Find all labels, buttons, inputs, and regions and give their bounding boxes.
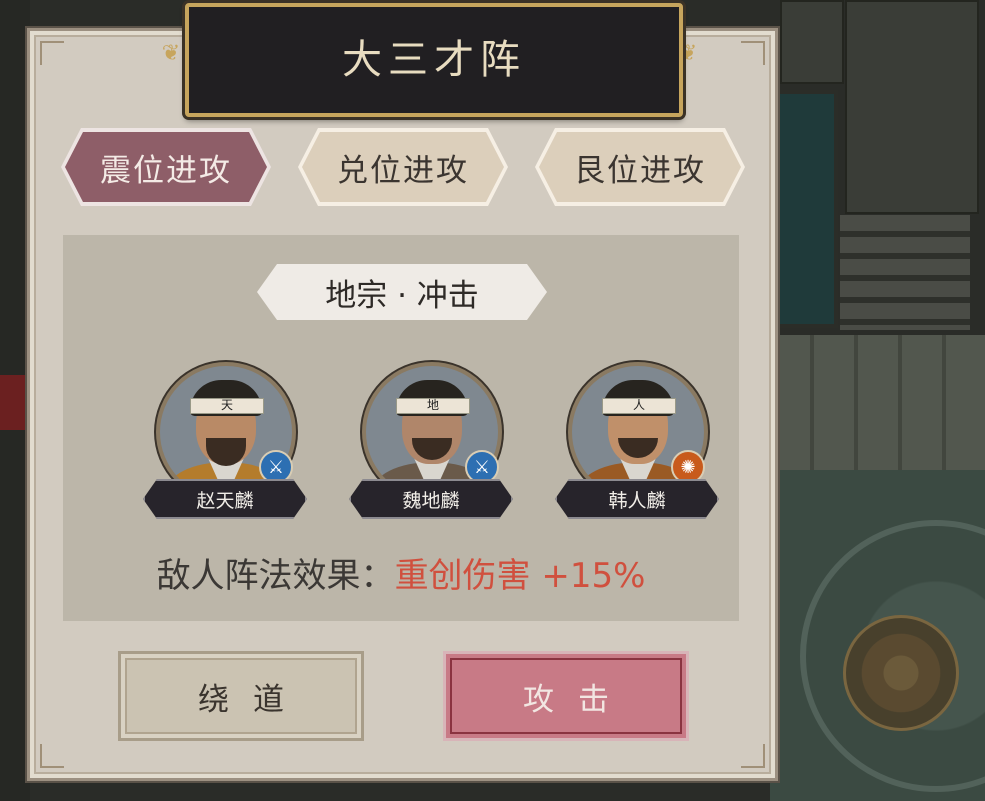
- background-tile: [780, 0, 844, 84]
- attack-button[interactable]: 攻击: [443, 651, 689, 741]
- blue-weapon-icon: ⚔: [465, 450, 499, 484]
- tab-label: 震位进攻: [100, 152, 232, 189]
- headband-text: 人: [632, 398, 645, 412]
- tab-label: 艮位进攻: [574, 152, 706, 189]
- background-shutter: [840, 215, 970, 330]
- dialog-title: 大三才阵: [342, 37, 526, 83]
- tab-dui-attack[interactable]: 兑位进攻: [298, 128, 508, 206]
- effect-label: 敌人阵法效果：: [156, 556, 395, 596]
- formation-panel: 地宗 · 冲击 天 ⚔ 赵天麟 地 ⚔ 魏地麟 人 ✺ 韩人麟 敌人阵法效果：重…: [63, 235, 739, 621]
- hero-card[interactable]: 地 ⚔ 魏地麟: [351, 362, 511, 522]
- attack-button-label: 攻击: [523, 681, 633, 718]
- background-floor-emblem: [843, 615, 959, 731]
- background-tile: [845, 0, 979, 214]
- corner-ornament: [741, 41, 765, 65]
- formation-dialog: ❦ ❦ 大三才阵 震位进攻 兑位进攻 艮位进攻 地宗 · 冲击 天 ⚔ 赵天麟: [27, 3, 778, 781]
- headband-text: 地: [426, 398, 439, 412]
- tab-label: 兑位进攻: [337, 152, 469, 189]
- background-doorway: [770, 90, 838, 328]
- hero-name: 韩人麟: [555, 479, 719, 519]
- title-plate: 大三才阵: [185, 3, 683, 117]
- formation-effect: 敌人阵法效果：重创伤害 +15%: [63, 548, 739, 597]
- title-ornament-icon: ❦: [161, 41, 181, 66]
- corner-ornament: [741, 744, 765, 768]
- hero-card[interactable]: 天 ⚔ 赵天麟: [145, 362, 305, 522]
- corner-ornament: [40, 41, 64, 65]
- hero-card[interactable]: 人 ✺ 韩人麟: [557, 362, 717, 522]
- hero-name: 赵天麟: [143, 479, 307, 519]
- effect-value: 重创伤害 +15%: [394, 556, 646, 596]
- hero-name: 魏地麟: [349, 479, 513, 519]
- headband-text: 天: [220, 398, 233, 412]
- blue-weapon-icon: ⚔: [259, 450, 293, 484]
- orange-emblem-icon: ✺: [671, 450, 705, 484]
- tab-zhen-attack[interactable]: 震位进攻: [61, 128, 271, 206]
- detour-button-label: 绕道: [198, 681, 308, 718]
- formation-name: 地宗 · 冲击: [257, 264, 547, 320]
- detour-button[interactable]: 绕道: [118, 651, 364, 741]
- corner-ornament: [40, 744, 64, 768]
- tab-gen-attack[interactable]: 艮位进攻: [535, 128, 745, 206]
- background-red-banner: [0, 375, 30, 430]
